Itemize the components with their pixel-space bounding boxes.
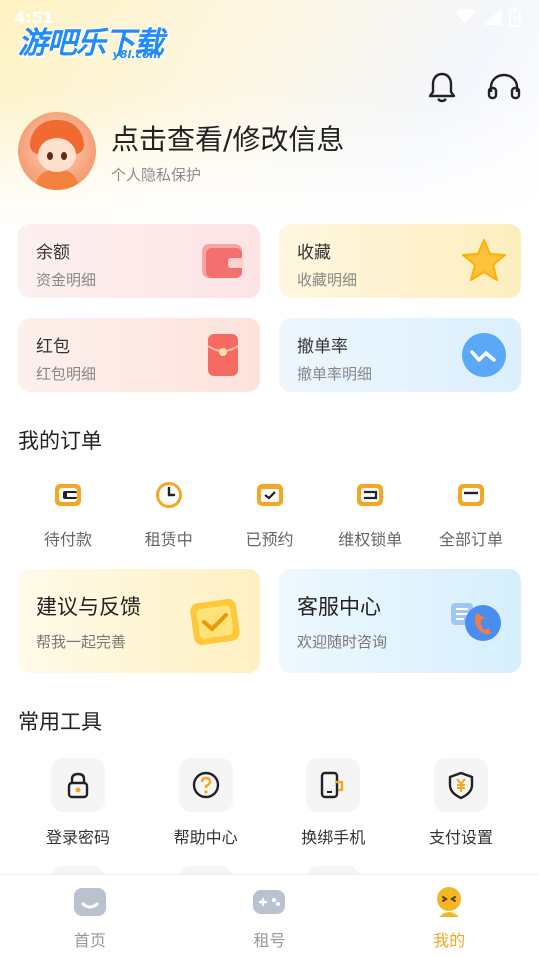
tool-label: 换绑手机 — [301, 828, 366, 847]
customer-service-card[interactable]: 客服中心 欢迎随时咨询 — [279, 569, 521, 673]
tab-rent-account[interactable]: 租号 — [209, 875, 329, 958]
balance-card[interactable]: 余额 资金明细 — [18, 224, 260, 298]
order-shortcuts: 待付款 租赁中 已预约 维权锁单 全部订单 — [18, 478, 521, 550]
phone-swap-icon — [306, 758, 361, 812]
tab-home[interactable]: 首页 — [30, 875, 150, 958]
bell-icon[interactable] — [425, 70, 459, 104]
lock-icon — [51, 758, 105, 812]
tools-title: 常用工具 — [18, 710, 102, 734]
tool-login-password[interactable]: 登录密码 — [18, 758, 138, 848]
profile-title[interactable]: 点击查看/修改信息 — [111, 118, 344, 158]
tab-label: 租号 — [253, 931, 286, 950]
cancel-rate-card[interactable]: 撤单率 撤单率明细 — [279, 318, 521, 392]
red-packet-card[interactable]: 红包 红包明细 — [18, 318, 260, 392]
profile-icon — [431, 885, 467, 919]
checkbox-icon — [190, 599, 240, 645]
tool-change-phone[interactable]: 换绑手机 — [273, 758, 393, 848]
order-item-label: 已预约 — [245, 530, 294, 549]
battery-icon — [509, 7, 521, 27]
calendar-check-icon — [253, 478, 287, 512]
avatar[interactable] — [18, 112, 96, 190]
header-actions — [425, 70, 521, 104]
profile-section[interactable]: 点击查看/修改信息 个人隐私保护 — [18, 112, 344, 190]
order-item-locked[interactable]: 维权锁单 — [324, 478, 416, 550]
service-cards: 建议与反馈 帮我一起完善 客服中心 欢迎随时咨询 — [18, 569, 521, 673]
all-orders-icon — [454, 478, 488, 512]
tab-label: 我的 — [433, 931, 466, 950]
star-icon — [462, 239, 506, 281]
tab-label: 首页 — [73, 931, 106, 950]
orders-title: 我的订单 — [18, 429, 102, 453]
wallet-icon — [202, 244, 244, 278]
lock-order-icon — [353, 478, 387, 512]
home-icon — [72, 885, 108, 919]
phone-support-icon — [451, 603, 501, 641]
logo-domain: y8l.com — [112, 48, 161, 61]
profile-text: 点击查看/修改信息 个人隐私保护 — [111, 118, 344, 185]
account-cards: 余额 资金明细 收藏 收藏明细 红包 红包明细 撤单率 撤单率明细 — [18, 224, 521, 392]
bottom-tab-bar: 首页 租号 我的 — [0, 874, 539, 958]
tool-label: 支付设置 — [428, 828, 493, 847]
tool-help-center[interactable]: 帮助中心 — [146, 758, 266, 848]
status-icons — [455, 7, 521, 27]
order-item-all[interactable]: 全部订单 — [425, 478, 517, 550]
order-item-reserved[interactable]: 已预约 — [224, 478, 316, 550]
order-item-label: 待付款 — [43, 530, 92, 549]
order-item-label: 维权锁单 — [338, 530, 403, 549]
tool-payment-settings[interactable]: 支付设置 — [401, 758, 521, 848]
clock-icon — [152, 478, 186, 512]
headset-icon[interactable] — [487, 70, 521, 104]
order-item-label: 全部订单 — [438, 530, 503, 549]
order-item-renting[interactable]: 租赁中 — [123, 478, 215, 550]
favorites-card[interactable]: 收藏 收藏明细 — [279, 224, 521, 298]
gamepad-icon — [251, 885, 287, 919]
tab-mine[interactable]: 我的 — [389, 875, 509, 958]
tool-shortcuts: 登录密码 帮助中心 换绑手机 支付设置 — [18, 758, 521, 848]
wallet-icon — [51, 478, 85, 512]
signal-icon — [483, 9, 501, 25]
wifi-icon — [455, 9, 475, 24]
trend-icon — [462, 333, 506, 377]
feedback-card[interactable]: 建议与反馈 帮我一起完善 — [18, 569, 260, 673]
tool-label: 帮助中心 — [173, 828, 238, 847]
order-item-pending-payment[interactable]: 待付款 — [22, 478, 114, 550]
yuan-shield-icon — [433, 758, 488, 812]
tool-label: 登录密码 — [45, 828, 110, 847]
order-item-label: 租赁中 — [144, 530, 193, 549]
help-icon — [178, 758, 233, 812]
red-packet-icon — [207, 334, 239, 376]
profile-subtitle: 个人隐私保护 — [111, 165, 202, 184]
watermark-logo: 游吧乐下载 y8l.com — [18, 18, 164, 62]
